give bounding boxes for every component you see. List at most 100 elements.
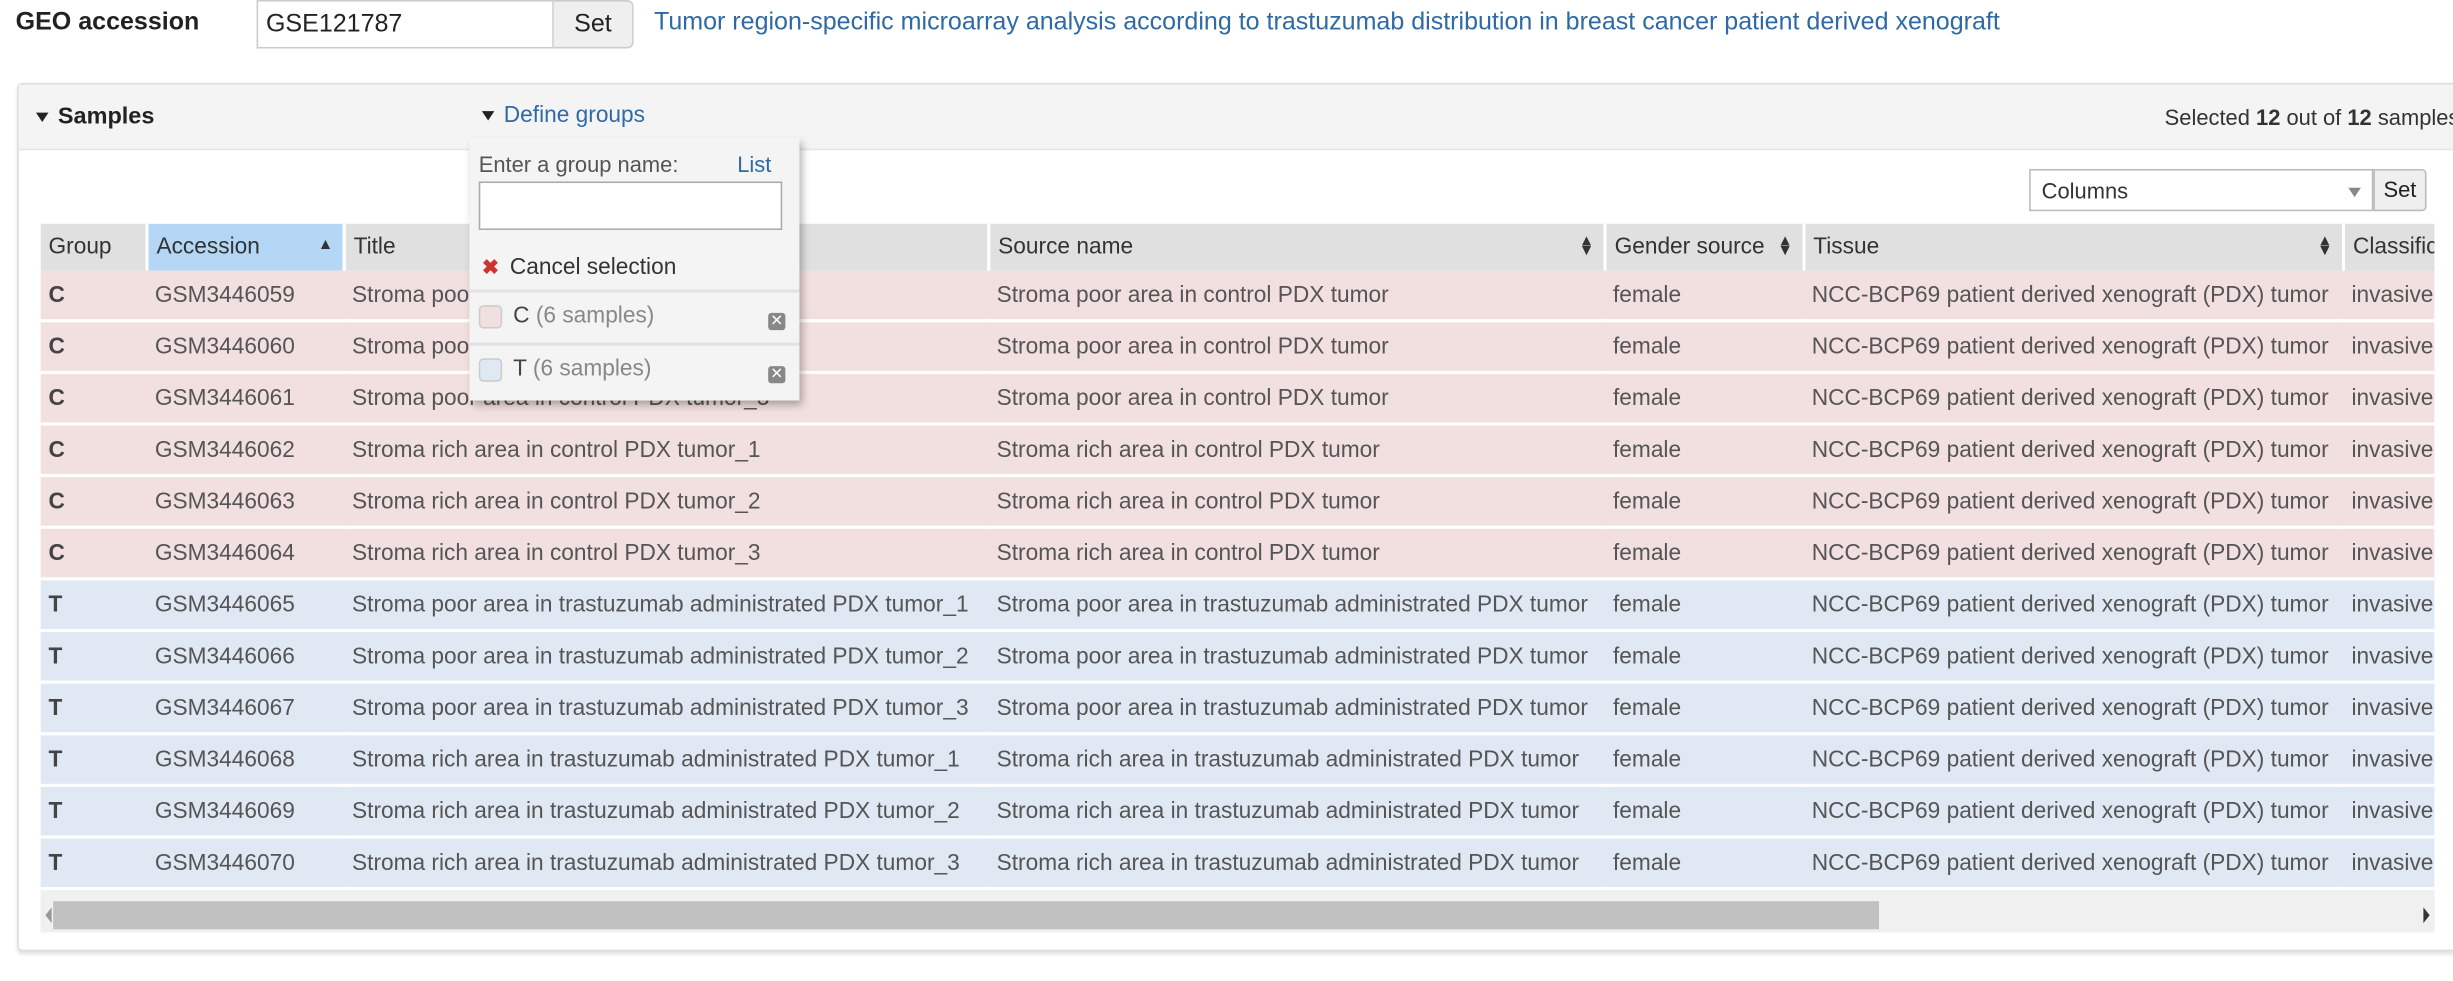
cell-accession: GSM3446069 [147, 785, 345, 839]
cell-group: T [40, 682, 148, 736]
group-item-t[interactable]: T (6 samples) ✕ [469, 342, 800, 398]
group-name: C [513, 303, 530, 329]
cell-tissue: NCC-BCP69 patient derived xenograft (PDX… [1803, 837, 2344, 891]
column-header-label: Title [353, 234, 396, 260]
cell-gender-source: female [1605, 270, 1804, 323]
sort-both-icon[interactable]: ▲ ▼ [1777, 234, 1792, 259]
scroll-right-arrow-icon[interactable] [2423, 907, 2430, 924]
cell-accession: GSM3446070 [147, 837, 345, 891]
cell-group: C [40, 320, 148, 374]
group-count: (6 samples) [532, 356, 652, 382]
table-row[interactable]: T GSM3446068 Stroma rich area in trastuzum… [40, 733, 2435, 787]
cell-group: C [40, 475, 148, 529]
define-groups-toggle[interactable]: Define groups [481, 103, 646, 129]
sort-both-icon[interactable]: ▲ ▼ [1579, 234, 1594, 259]
column-header-accession[interactable]: Accession ▲ [147, 223, 346, 271]
delete-group-icon[interactable]: ✕ [768, 312, 786, 331]
cell-title: Stroma rich area in trastuzumab administ… [344, 837, 989, 891]
samples-panel-header: Samples Define groups Selected 12 out of… [18, 84, 2453, 151]
cell-source-name: Stroma rich area in control PDX tumor [988, 475, 1606, 529]
group-label: T (6 samples) [513, 357, 651, 382]
series-title-link[interactable]: Tumor region-specific microarray analysi… [654, 9, 2000, 37]
cell-tissue: NCC-BCP69 patient derived xenograft (PDX… [1803, 630, 2344, 684]
column-header-label: Accession [156, 234, 260, 260]
cell-tissue: NCC-BCP69 patient derived xenograft (PDX… [1803, 682, 2344, 736]
selected-mid: out of [2286, 104, 2342, 130]
cell-title: Stroma rich area in trastuzumab administ… [344, 733, 989, 787]
delete-group-icon[interactable]: ✕ [768, 366, 786, 384]
columns-select[interactable]: Columns [2029, 168, 2374, 212]
cell-source-name: Stroma rich area in trastuzumab administ… [988, 837, 1606, 891]
table-row[interactable]: C GSM3446063 Stroma rich area in control P… [40, 475, 2435, 529]
column-header-group[interactable]: Group [40, 223, 149, 271]
column-header-gender-source[interactable]: Gender source ▲ ▼ [1605, 223, 1806, 271]
list-link[interactable]: List [737, 152, 771, 177]
cell-source-name: Stroma rich area in control PDX tumor [988, 527, 1606, 581]
column-header-tissue[interactable]: Tissue ▲ ▼ [1803, 223, 2346, 271]
column-header-label: Gender source [1614, 234, 1765, 260]
table-row[interactable]: C GSM3446062 Stroma rich area in control P… [40, 423, 2435, 478]
cell-accession: GSM3446067 [147, 682, 345, 736]
table-row[interactable]: CGSM3446060 Stroma poor area in control P… [40, 320, 2435, 374]
cell-tissue: NCC-BCP69 patient derived xenograft (PDX… [1803, 270, 2344, 323]
samples-toggle[interactable]: Samples [35, 103, 154, 130]
cell-classification: invasive [2343, 270, 2435, 323]
scrollbar-thumb[interactable] [53, 901, 1879, 930]
caret-down-icon [35, 112, 49, 123]
cell-gender-source: female [1605, 682, 1804, 736]
cell-classification: invasive [2343, 837, 2435, 891]
table-row[interactable]: T GSM3446065 Stroma poor area in trastuzum… [40, 578, 2435, 633]
table-row[interactable]: T GSM3446066 Stroma poor area in trastuzum… [40, 630, 2435, 684]
page: GEO accession GSE121787 Set Tumor region… [0, 0, 2453, 981]
group-color-swatch [478, 305, 503, 329]
cell-accession: GSM3446059 [147, 270, 345, 323]
table-row[interactable]: CGSM3446061 Stroma poor area in control P… [40, 372, 2435, 426]
columns-set-button[interactable]: Set [2373, 168, 2427, 212]
column-header-source-name[interactable]: Source name ▲ ▼ [988, 223, 1607, 271]
cell-tissue: NCC-BCP69 patient derived xenograft (PDX… [1803, 733, 2344, 787]
cell-group: T [40, 733, 148, 787]
cell-gender-source: female [1605, 372, 1804, 426]
selected-prefix: Selected [2164, 104, 2250, 130]
geo-accession-input[interactable]: GSE121787 [256, 0, 554, 49]
cell-group: T [40, 785, 148, 839]
sort-asc-icon[interactable]: ▲ [318, 237, 333, 253]
scroll-left-arrow-icon[interactable] [45, 907, 52, 924]
table-row[interactable]: CGSM3446059 Stroma poor area in control P… [40, 270, 2435, 323]
table-row[interactable]: T GSM3446069 Stroma rich area in trastuzum… [40, 785, 2435, 839]
group-item-c[interactable]: C (6 samples) ✕ [469, 289, 800, 344]
group-name-input[interactable] [478, 181, 783, 230]
group-name-label: Enter a group name: [478, 151, 679, 177]
cell-source-name: Stroma poor area in trastuzumab administ… [988, 630, 1606, 684]
cell-classification: invasive [2343, 423, 2435, 478]
cell-gender-source: female [1605, 423, 1804, 478]
cell-tissue: NCC-BCP69 patient derived xenograft (PDX… [1803, 320, 2344, 374]
cell-accession: GSM3446066 [147, 630, 345, 684]
geo-set-button[interactable]: Set [553, 0, 634, 49]
cancel-selection-label: Cancel selection [509, 255, 677, 281]
cell-group: C [40, 527, 148, 581]
table-row[interactable]: C GSM3446064 Stroma rich area in control P… [40, 527, 2435, 581]
table-row[interactable]: T GSM3446070 Stroma rich area in trastuzum… [40, 837, 2435, 891]
define-groups-popup: Enter a group name: List ✖ Cancel selecti… [469, 137, 800, 401]
cell-source-name: Stroma poor area in trastuzumab administ… [988, 682, 1606, 736]
cell-source-name: Stroma poor area in control PDX tumor [988, 372, 1606, 426]
cell-group: T [40, 837, 148, 891]
cancel-selection-button[interactable]: ✖ Cancel selection [482, 255, 676, 280]
column-header-classification[interactable]: Classification [2343, 223, 2435, 271]
selected-count-text: Selected 12 out of 12 samples [2165, 105, 2453, 130]
column-header-label: Group [48, 234, 112, 260]
define-groups-label: Define groups [503, 103, 646, 129]
sort-both-icon[interactable]: ▲ ▼ [2317, 234, 2332, 259]
cell-accession: GSM3446065 [147, 578, 345, 633]
samples-panel: Samples Define groups Selected 12 out of… [17, 82, 2453, 952]
cell-gender-source: female [1605, 475, 1804, 529]
cell-title: Stroma rich area in control PDX tumor_2 [344, 475, 989, 529]
caret-down-icon [481, 111, 495, 121]
table-row[interactable]: T GSM3446067 Stroma poor area in trastuzum… [40, 682, 2435, 736]
cell-gender-source: female [1605, 630, 1804, 684]
column-header-label: Source name [998, 234, 1134, 260]
geo-accession-label: GEO accession [15, 9, 200, 36]
horizontal-scrollbar[interactable] [40, 896, 2435, 933]
cell-accession: GSM3446068 [147, 733, 345, 787]
